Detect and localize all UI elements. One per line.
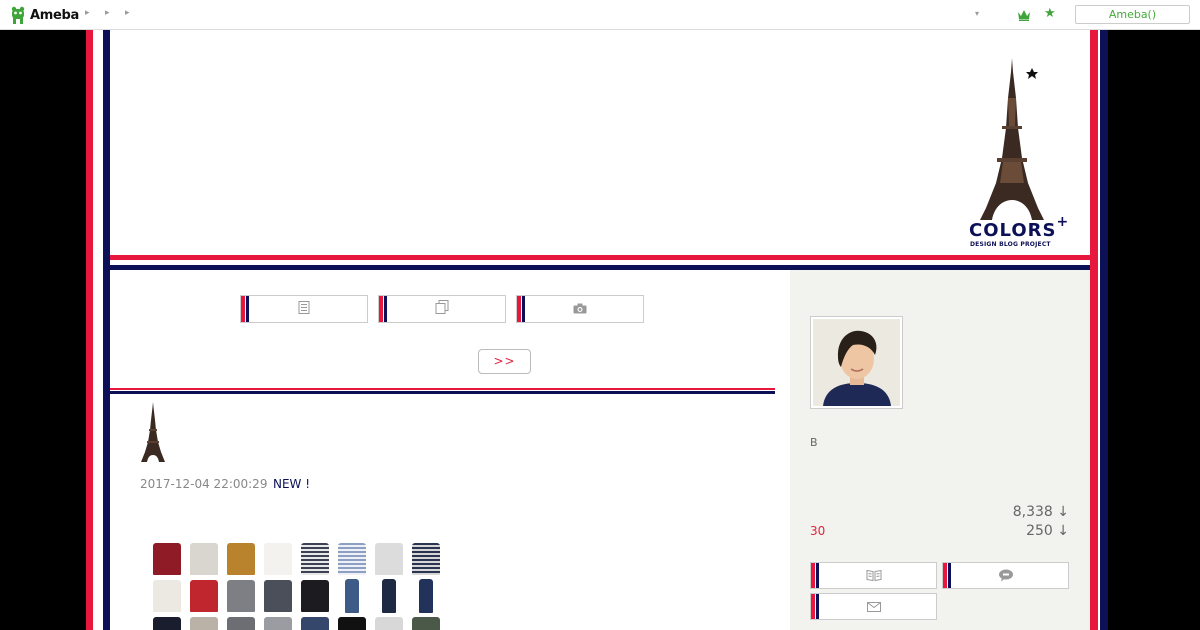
left-red-stripe [86,30,93,630]
garment-photo [148,540,185,577]
breadcrumb-arrow-1[interactable]: ▸ [85,8,90,18]
star-icon[interactable]: ★ [1044,6,1056,22]
right-navy-stripe [1100,30,1108,630]
more-button[interactable]: >> [478,349,531,374]
garment-photo [259,540,296,577]
left-navy-stripe [103,30,110,630]
blog-author-label: B [810,436,818,449]
garment-photo [296,540,333,577]
nav-button-photos[interactable] [516,295,644,323]
garment-photo [222,540,259,577]
nav-button-navy-bar [246,296,249,322]
garment-photo [407,614,444,630]
garment-photo [222,614,259,630]
entry-divider-navy [110,391,775,394]
garment-photo [333,540,370,577]
nav-button-navy-bar [384,296,387,322]
entry-divider-red [110,388,775,390]
dropdown-arrow-icon[interactable]: ▾ [975,9,979,18]
nav-button-red-bar [517,296,521,322]
camera-icon [573,300,588,319]
garment-photo [259,577,296,614]
garment-photo [148,614,185,630]
nav-button-red-bar [379,296,383,322]
ameba-login-button[interactable]: Ameba() [1075,5,1190,24]
follower-count: 250 ↓ [1026,523,1069,539]
garment-photo [259,614,296,630]
garment-photo [333,614,370,630]
header-divider-red [110,255,1090,260]
garment-photo [370,577,407,614]
sidebar-button-message[interactable] [810,593,937,620]
profile-avatar[interactable] [810,316,903,409]
blog-header[interactable]: COLORS+ DESIGN BLOG PROJECT [110,30,1090,255]
sidebar-button-read[interactable] [810,562,937,589]
document-icon [298,300,310,319]
entry-date: 2017-12-04 22:00:29 [140,477,268,491]
new-badge: NEW ! [273,477,311,491]
avatar-photo [813,319,900,406]
garment-photo [185,577,222,614]
eiffel-tower-icon [980,58,1044,220]
breadcrumb-arrow-3[interactable]: ▸ [125,8,130,18]
garment-photo [185,614,222,630]
ameba-logo-icon [10,6,26,24]
mail-icon [866,597,881,616]
sidebar-button-navy-bar [816,563,819,588]
garment-photo [407,577,444,614]
sidebar-button-red-bar [811,563,815,588]
right-red-stripe [1090,30,1098,630]
sidebar-button-navy-bar [948,563,951,588]
garment-photo [370,614,407,630]
brand-text: COLORS [969,220,1057,241]
ameba-logo[interactable]: Ameba [10,6,79,24]
ameba-topbar: Ameba ▸ ▸ ▸ ▾ ★ Ameba() [0,0,1200,30]
crown-icon[interactable] [1017,7,1031,21]
brand-subtitle: DESIGN BLOG PROJECT [970,241,1051,248]
ranking-number: 30 [810,524,826,538]
colors-brand-logo: COLORS+ [969,214,1069,241]
garment-photo [407,540,444,577]
sidebar-button-comment[interactable] [942,562,1069,589]
garment-photo [222,577,259,614]
sidebar-button-red-bar [811,594,815,619]
brand-plus: + [1056,214,1070,230]
nav-button-entries[interactable] [240,295,368,323]
comment-icon [998,566,1014,585]
copy-icon [435,300,449,319]
nav-button-red-bar [241,296,245,322]
reader-count: 8,338 ↓ [1012,504,1069,520]
nav-button-navy-bar [522,296,525,322]
clothing-photo-grid[interactable] [148,540,446,630]
sidebar-button-navy-bar [816,594,819,619]
garment-photo [296,577,333,614]
nav-button-themes[interactable] [378,295,506,323]
garment-photo [296,614,333,630]
garment-photo [370,540,407,577]
garment-photo [333,577,370,614]
garment-photo [185,540,222,577]
sidebar-button-red-bar [943,563,947,588]
book-icon [866,566,882,585]
logo-text: Ameba [30,7,80,23]
entry-eiffel-icon [141,402,165,462]
garment-photo [148,577,185,614]
breadcrumb-arrow-2[interactable]: ▸ [105,8,110,18]
